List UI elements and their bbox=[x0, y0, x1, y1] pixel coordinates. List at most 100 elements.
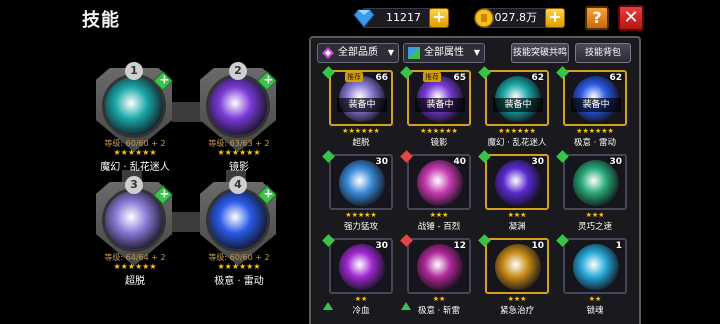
skill-card[interactable]: 40 ★★★ 战锤 - 百烈 bbox=[400, 150, 471, 232]
quality-filter-label: 全部品质 bbox=[338, 47, 378, 58]
skill-card-frame: 66 推荐 装备中 bbox=[329, 70, 393, 126]
skill-card-frame: 62 装备中 bbox=[563, 70, 627, 126]
slot-star-rating: ★★★★★★ bbox=[217, 262, 261, 271]
skill-level: 65 bbox=[453, 73, 466, 83]
add-gems-button[interactable]: + bbox=[429, 8, 449, 28]
skill-star-rating: ★★★★★★ bbox=[498, 127, 536, 135]
skill-card-frame: 1 bbox=[563, 238, 627, 294]
equipped-label: 装备中 bbox=[337, 98, 387, 112]
gold-counter: 1027.8万 + bbox=[474, 8, 565, 28]
skill-card[interactable]: 1 ★★ 锁魂 bbox=[556, 234, 627, 316]
skill-card[interactable]: 30 ★★★★★ 强力猛攻 bbox=[322, 150, 393, 232]
skill-star-rating: ★★★ bbox=[429, 211, 449, 219]
slot-skill-name: 极意 · 雷动 bbox=[214, 276, 264, 287]
slot-skill-name: 超脱 bbox=[125, 276, 145, 287]
slot-number-badge: 2 bbox=[229, 62, 247, 80]
slot-number-badge: 4 bbox=[229, 176, 247, 194]
slot-number-badge: 3 bbox=[125, 176, 143, 194]
equipped-slot-2[interactable]: 2等级: 63/63 + 2★★★★★★镜影 bbox=[196, 62, 282, 174]
skill-card-frame: 12 bbox=[407, 238, 471, 294]
slot-star-rating: ★★★★★★ bbox=[217, 148, 261, 157]
skill-card-frame: 10 bbox=[485, 238, 549, 294]
skill-star-rating: ★★★★★★ bbox=[420, 127, 458, 135]
skill-star-rating: ★★ bbox=[588, 295, 602, 303]
skill-name: 超脱 bbox=[352, 138, 370, 148]
equipped-slot-4[interactable]: 4等级: 60/60 + 2★★★★★★极意 · 雷动 bbox=[196, 176, 282, 288]
diamond-icon bbox=[353, 9, 375, 28]
slot-number-badge: 1 bbox=[125, 62, 143, 80]
quality-filter-dropdown[interactable]: 全部品质 ▼ bbox=[317, 43, 399, 63]
chevron-down-icon: ▼ bbox=[473, 48, 480, 57]
skill-card[interactable]: 62 装备中 ★★★★★★ 魔幻 · 乱花迷人 bbox=[478, 66, 549, 148]
skill-star-rating: ★★★ bbox=[585, 211, 605, 219]
skill-level: 30 bbox=[375, 241, 388, 251]
skill-card[interactable]: 12 ★★ 极意 · 斩雷 bbox=[400, 234, 471, 316]
close-button[interactable]: ✕ bbox=[618, 5, 644, 31]
skill-star-rating: ★★★★★★ bbox=[342, 127, 380, 135]
skill-bag-button[interactable]: 技能背包 bbox=[575, 43, 631, 63]
skill-card[interactable]: 30 ★★★ 灵巧之速 bbox=[556, 150, 627, 232]
skill-name: 魔幻 · 乱花迷人 bbox=[487, 138, 547, 148]
attribute-filter-dropdown[interactable]: 全部属性 ▼ bbox=[403, 43, 485, 63]
equipped-label: 装备中 bbox=[571, 98, 621, 112]
skill-star-rating: ★★★ bbox=[507, 295, 527, 303]
skill-card-frame: 30 bbox=[563, 154, 627, 210]
recommended-badge: 推荐 bbox=[345, 72, 363, 82]
skill-level: 62 bbox=[609, 73, 622, 83]
add-gold-button[interactable]: + bbox=[545, 8, 565, 28]
skill-card-frame: 40 bbox=[407, 154, 471, 210]
skill-breakthrough-button[interactable]: 技能突破共鸣 bbox=[511, 43, 569, 63]
skill-star-rating: ★★ bbox=[354, 295, 368, 303]
skill-level: 30 bbox=[531, 157, 544, 167]
skill-name: 紧急治疗 bbox=[499, 306, 534, 316]
skill-card-frame: 30 bbox=[329, 154, 393, 210]
equipped-slot-3[interactable]: 3等级: 64/64 + 2★★★★★★超脱 bbox=[92, 176, 178, 288]
skill-level: 40 bbox=[453, 157, 466, 167]
equipped-label: 装备中 bbox=[415, 98, 465, 112]
skill-level: 30 bbox=[609, 157, 622, 167]
equipped-label: 装备中 bbox=[493, 98, 543, 112]
equipped-skill-slots: 1等级: 60/60 + 2★★★★★★魔幻 · 乱花迷人2等级: 63/63 … bbox=[92, 62, 278, 292]
skill-icon bbox=[573, 244, 619, 290]
skill-card[interactable]: 10 ★★★ 紧急治疗 bbox=[478, 234, 549, 316]
skill-card-frame: 62 装备中 bbox=[485, 70, 549, 126]
skill-star-rating: ★★★ bbox=[507, 211, 527, 219]
attribute-filter-label: 全部属性 bbox=[424, 47, 464, 58]
recommended-badge: 推荐 bbox=[423, 72, 441, 82]
skill-name: 镜影 bbox=[430, 138, 448, 148]
gold-coin-icon bbox=[474, 8, 494, 28]
skill-card-frame: 30 bbox=[485, 154, 549, 210]
skill-card-frame: 65 推荐装备中 bbox=[407, 70, 471, 126]
gem-count: 11217 bbox=[386, 11, 421, 24]
skill-level: 1 bbox=[615, 241, 622, 251]
skill-level: 62 bbox=[531, 73, 544, 83]
skill-level: 30 bbox=[375, 157, 388, 167]
skill-name: 战锤 - 百烈 bbox=[417, 222, 461, 232]
skill-card-frame: 30 bbox=[329, 238, 393, 294]
help-button[interactable]: ? bbox=[585, 6, 609, 30]
slot-star-rating: ★★★★★★ bbox=[113, 148, 157, 157]
skill-star-rating: ★★★★★★ bbox=[576, 127, 614, 135]
skill-card[interactable]: 30 ★★ 冷血 bbox=[322, 234, 393, 316]
attribute-icon bbox=[408, 47, 420, 59]
skill-level: 12 bbox=[453, 241, 466, 251]
skill-level: 10 bbox=[531, 241, 544, 251]
skill-card[interactable]: 62 装备中 ★★★★★★ 极意 · 雷动 bbox=[556, 66, 627, 148]
skill-name: 灵巧之速 bbox=[577, 222, 612, 232]
skill-name: 极意 · 雷动 bbox=[573, 138, 617, 148]
slot-skill-name: 魔幻 · 乱花迷人 bbox=[100, 162, 170, 173]
skill-star-rating: ★★ bbox=[432, 295, 446, 303]
slot-star-rating: ★★★★★★ bbox=[113, 262, 157, 271]
skill-card[interactable]: 65 推荐装备中 ★★★★★★ 镜影 bbox=[400, 66, 471, 148]
gem-counter: 11217 + bbox=[353, 8, 449, 28]
skill-name: 凝渊 bbox=[508, 222, 526, 232]
equipped-slot-1[interactable]: 1等级: 60/60 + 2★★★★★★魔幻 · 乱花迷人 bbox=[92, 62, 178, 174]
skill-card[interactable]: 66 推荐 装备中 ★★★★★★ 超脱 bbox=[322, 66, 393, 148]
skill-inventory-panel: 全部品质 ▼ 全部属性 ▼ 技能突破共鸣 技能背包 66 推荐 装备中 ★★★★★★ 超… bbox=[309, 36, 641, 324]
chevron-down-icon: ▼ bbox=[387, 48, 394, 57]
skill-name: 冷血 bbox=[352, 306, 370, 316]
skill-name: 强力猛攻 bbox=[343, 222, 378, 232]
quality-icon bbox=[322, 47, 334, 59]
skill-card[interactable]: 30 ★★★ 凝渊 bbox=[478, 150, 549, 232]
skill-name: 极意 · 斩雷 bbox=[417, 306, 461, 316]
